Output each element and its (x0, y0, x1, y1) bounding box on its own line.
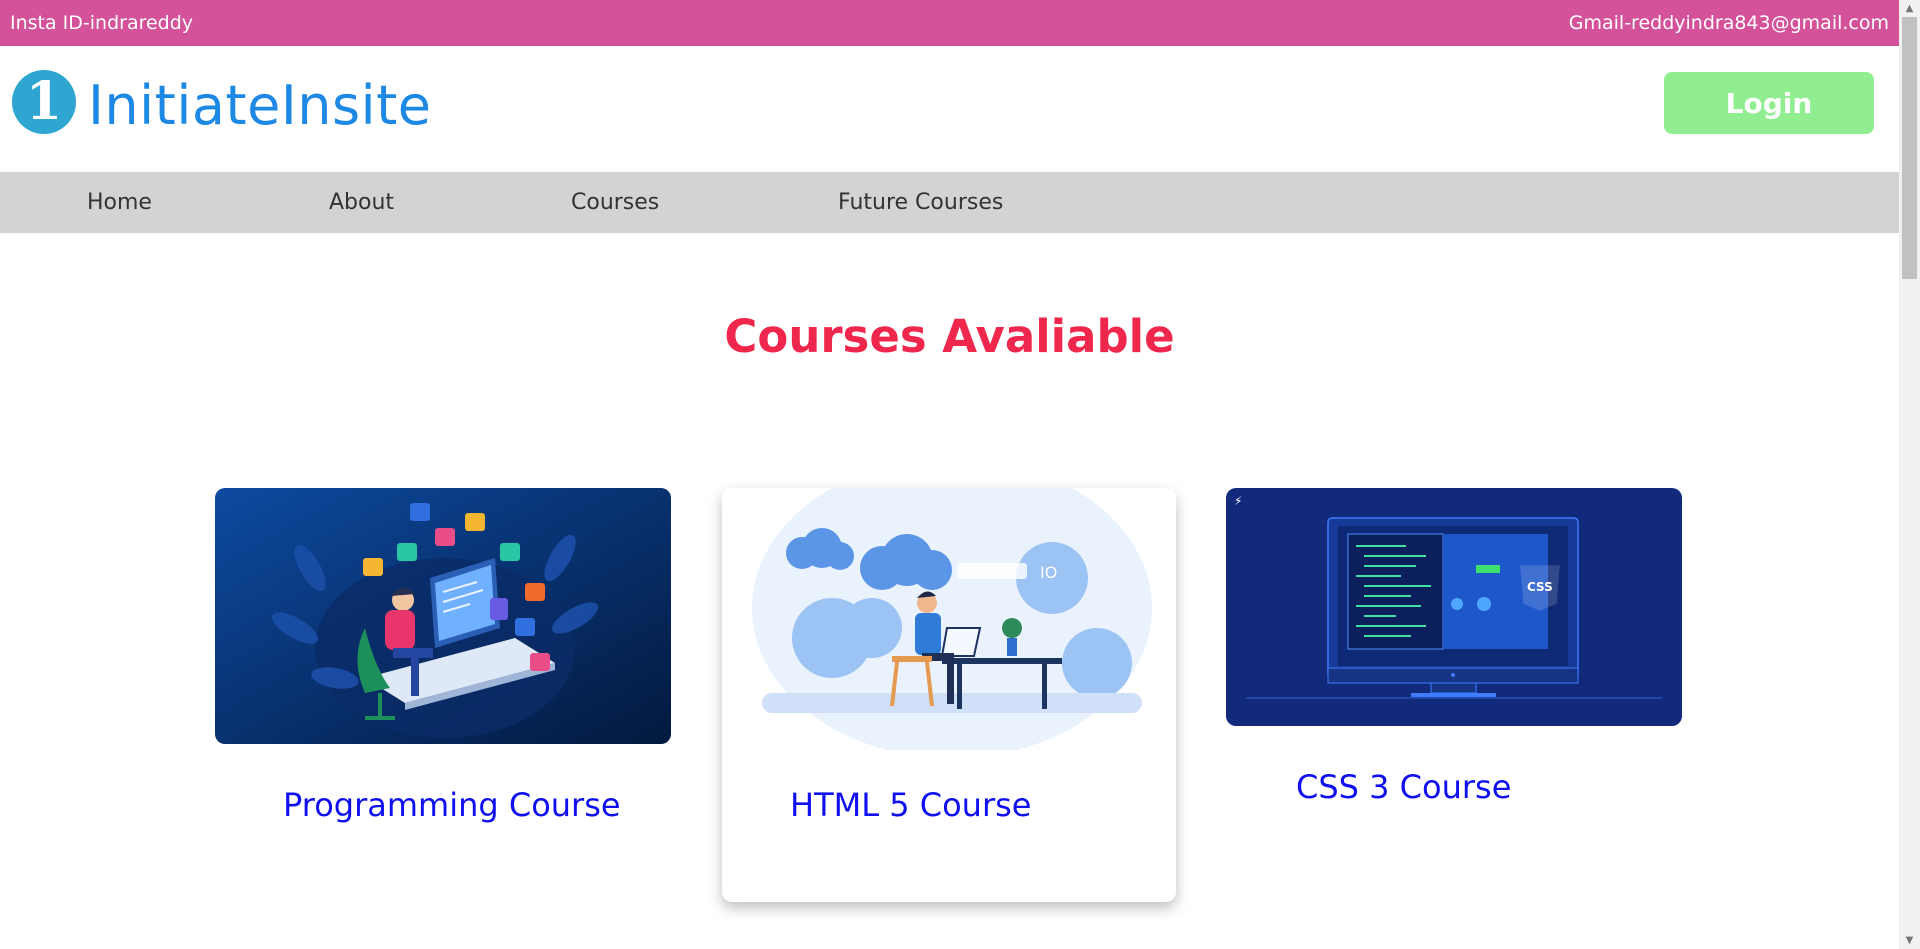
nav-home[interactable]: Home (87, 190, 152, 215)
course-card-programming[interactable]: Programming Course (215, 488, 671, 838)
logo-glyph: 1 (25, 71, 63, 132)
card-title[interactable]: Programming Course (283, 786, 621, 824)
css3-course-image[interactable]: ⚡ CSS (1226, 488, 1682, 726)
card-title[interactable]: HTML 5 Course (790, 786, 1031, 824)
programming-course-image[interactable] (215, 488, 671, 744)
insta-id-text: Insta ID-indrareddy (10, 12, 194, 34)
nav-future-courses[interactable]: Future Courses (838, 190, 1003, 215)
logo-icon[interactable]: 1 (12, 70, 76, 134)
svg-text:CSS: CSS (1527, 580, 1553, 594)
html5-course-image[interactable]: IO (722, 488, 1176, 750)
nav-courses[interactable]: Courses (571, 190, 659, 215)
brand-name[interactable]: InitiateInsite (88, 74, 432, 137)
main-nav: Home About Courses Future Courses (0, 172, 1899, 233)
course-card-html5[interactable]: IO HTML 5 Course (722, 488, 1176, 902)
svg-text:IO: IO (1040, 563, 1057, 582)
developer-workstation-illustration (215, 488, 671, 744)
site-header: 1 InitiateInsite Login (0, 46, 1899, 172)
courses-heading: Courses Avaliable (724, 310, 1175, 363)
nav-about[interactable]: About (329, 190, 394, 215)
scroll-thumb[interactable] (1902, 17, 1917, 279)
scroll-up-icon[interactable]: ▲ (1899, 0, 1920, 17)
login-button[interactable]: Login (1664, 72, 1874, 134)
top-contact-bar: Insta ID-indrareddy Gmail-reddyindra843@… (0, 0, 1899, 46)
css-monitor-illustration: ⚡ CSS (1226, 488, 1682, 726)
vertical-scrollbar[interactable]: ▲ ▼ (1899, 0, 1920, 949)
svg-text:⚡: ⚡ (1234, 494, 1242, 508)
card-title[interactable]: CSS 3 Course (1296, 768, 1511, 806)
course-card-css3[interactable]: ⚡ CSS CSS 3 Course (1226, 488, 1682, 828)
scroll-down-icon[interactable]: ▼ (1899, 932, 1920, 949)
page: Insta ID-indrareddy Gmail-reddyindra843@… (0, 0, 1899, 949)
gmail-text: Gmail-reddyindra843@gmail.com (1568, 12, 1889, 34)
person-laptop-cloud-illustration: IO (722, 488, 1176, 750)
